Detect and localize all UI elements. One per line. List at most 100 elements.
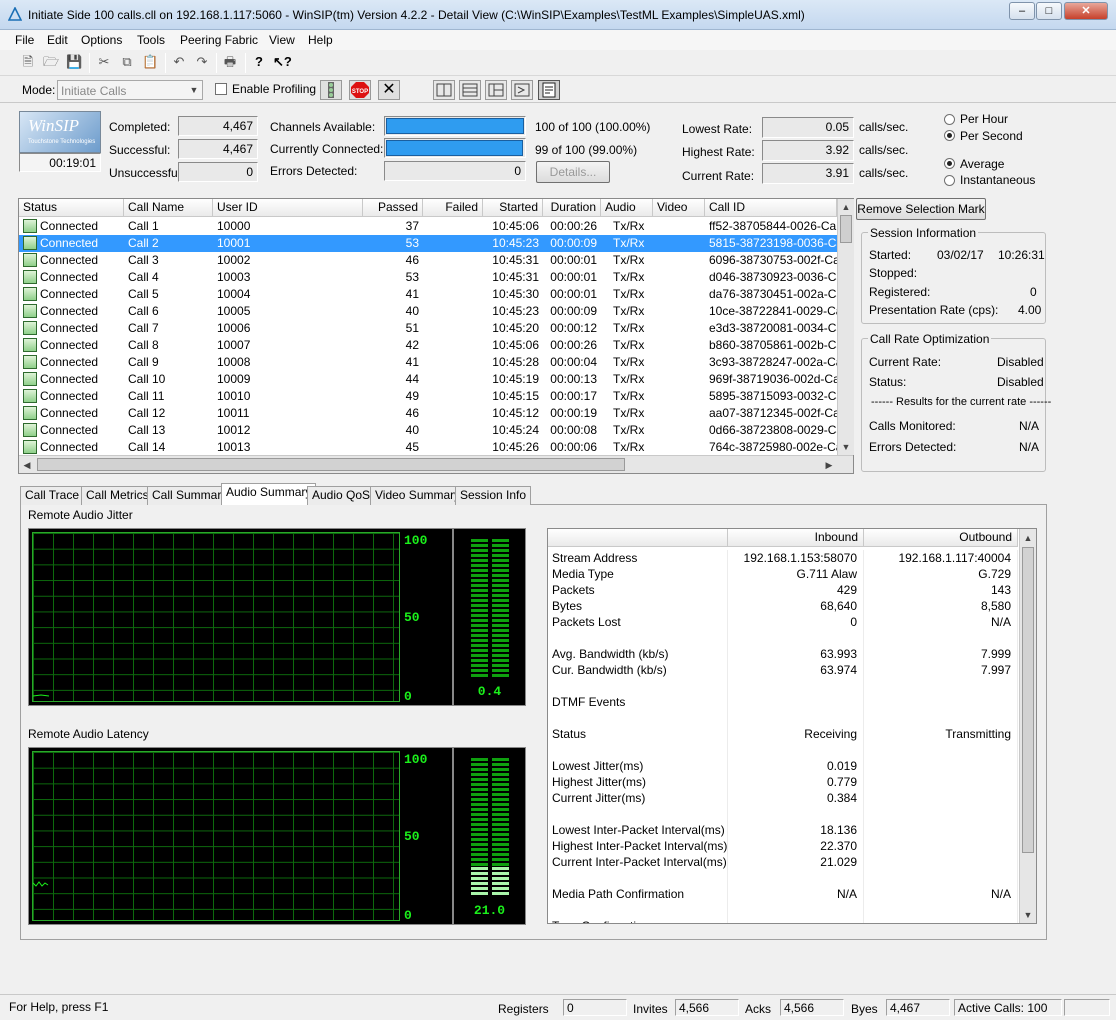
table-row[interactable]: Connected Call 2 10001 53 10:45:23 00:00:09 Tx… xyxy=(19,235,837,252)
table-row[interactable]: Connected Call 14 10013 45 10:45:26 00:00:06 T… xyxy=(19,439,837,456)
detail-view-icon[interactable] xyxy=(485,80,507,100)
cell-started: 10:45:24 xyxy=(492,423,539,437)
tab-video-summary[interactable]: Video Summary xyxy=(370,486,466,505)
audio-scroll-thumb[interactable] xyxy=(1022,547,1034,853)
col-header-user-id[interactable]: User ID xyxy=(213,199,363,217)
new-file-icon[interactable]: 🗎 xyxy=(20,54,36,70)
cell-passed: 42 xyxy=(405,338,419,352)
trace-view-icon[interactable] xyxy=(511,80,533,100)
audio-table-row xyxy=(548,870,1018,886)
started-label: Started: xyxy=(869,248,912,262)
registers-value: 0 xyxy=(563,999,627,1016)
col-header-passed[interactable]: Passed xyxy=(363,199,423,217)
tab-session-info[interactable]: Session Info xyxy=(455,486,532,505)
menu-help[interactable]: Help xyxy=(308,33,333,47)
print-icon[interactable]: 🖶 xyxy=(222,54,238,70)
col-header-call-id[interactable]: Call ID xyxy=(705,199,837,217)
per-second-radio[interactable] xyxy=(944,130,955,141)
save-icon[interactable]: 💾 xyxy=(66,54,82,70)
table-row[interactable]: Connected Call 12 10011 46 10:45:12 00:00:19 T… xyxy=(19,405,837,422)
copy-icon[interactable]: ⧉ xyxy=(119,54,135,70)
tab-call-metrics[interactable]: Call Metrics xyxy=(81,486,154,505)
col-header-started[interactable]: Started xyxy=(483,199,543,217)
report-view-icon[interactable] xyxy=(538,80,560,100)
col-header-video[interactable]: Video xyxy=(653,199,705,217)
col-header-duration[interactable]: Duration xyxy=(543,199,601,217)
call-grid[interactable]: Status Call Name User ID Passed Failed S… xyxy=(18,198,854,474)
split-view-icon[interactable] xyxy=(433,80,455,100)
traffic-light-icon[interactable] xyxy=(320,80,342,100)
scroll-right-icon[interactable]: ▶ xyxy=(823,459,835,471)
tab-audio-summary[interactable]: Audio Summary xyxy=(221,483,317,505)
scroll-up-icon[interactable]: ▲ xyxy=(839,201,853,213)
tab-call-summary[interactable]: Call Summary xyxy=(147,486,233,505)
grid-vertical-scrollbar[interactable]: ▲ ▼ xyxy=(837,199,854,455)
table-row[interactable]: Connected Call 10 10009 44 10:45:19 00:00:13 T… xyxy=(19,371,837,388)
table-row[interactable]: Connected Call 3 10002 46 10:45:31 00:00:01 Tx… xyxy=(19,252,837,269)
cell-callid: 5815-38723198-0036-Call2 xyxy=(709,236,837,250)
grid-horizontal-scrollbar[interactable]: ◀ ▶ xyxy=(19,455,853,473)
table-row[interactable]: Connected Call 13 10012 40 10:45:24 00:00:08 T… xyxy=(19,422,837,439)
menu-file[interactable]: File xyxy=(15,33,34,47)
chevron-down-icon[interactable]: ▼ xyxy=(187,84,201,96)
audio-scroll-down-icon[interactable]: ▼ xyxy=(1021,909,1035,921)
audio-cell-inbound xyxy=(728,694,864,710)
details-button[interactable]: Details... xyxy=(536,161,610,183)
table-row[interactable]: Connected Call 6 10005 40 10:45:23 00:00:09 Tx… xyxy=(19,303,837,320)
average-radio[interactable] xyxy=(944,158,955,169)
minimize-button[interactable]: – xyxy=(1009,2,1035,20)
audio-scroll-up-icon[interactable]: ▲ xyxy=(1021,532,1035,544)
scroll-down-icon[interactable]: ▼ xyxy=(839,441,853,453)
audio-col-header-outbound[interactable]: Outbound xyxy=(864,529,1018,547)
tab-audio-qos[interactable]: Audio QoS xyxy=(307,486,376,505)
undo-icon[interactable]: ↶ xyxy=(171,54,187,70)
per-hour-radio[interactable] xyxy=(944,114,955,125)
grid-view-icon[interactable] xyxy=(459,80,481,100)
call-status-icon xyxy=(23,321,37,335)
table-row[interactable]: Connected Call 7 10006 51 10:45:20 00:00:12 Tx… xyxy=(19,320,837,337)
cancel-icon[interactable]: ✕ xyxy=(378,80,400,100)
menu-peering-fabric[interactable]: Peering Fabric xyxy=(180,33,258,47)
remove-selection-mark-button[interactable]: Remove Selection Mark xyxy=(856,198,986,220)
instantaneous-radio[interactable] xyxy=(944,175,955,186)
scroll-left-icon[interactable]: ◀ xyxy=(21,459,33,471)
col-header-status[interactable]: Status xyxy=(19,199,124,217)
cut-icon[interactable]: ✂ xyxy=(96,54,112,70)
table-row[interactable]: Connected Call 9 10008 41 10:45:28 00:00:04 Tx… xyxy=(19,354,837,371)
col-header-call-name[interactable]: Call Name xyxy=(124,199,213,217)
cell-user: 10010 xyxy=(217,389,251,403)
table-row[interactable]: Connected Call 8 10007 42 10:45:06 00:00:26 Tx… xyxy=(19,337,837,354)
context-help-icon[interactable]: ↖? xyxy=(273,54,292,70)
audio-col-header-inbound[interactable]: Inbound xyxy=(728,529,864,547)
table-row[interactable]: Connected Call 1 10000 37 10:45:06 00:00:26 Tx… xyxy=(19,218,837,235)
close-button[interactable]: ✕ xyxy=(1064,2,1108,20)
paste-icon[interactable]: 📋 xyxy=(142,54,158,70)
scroll-thumb[interactable] xyxy=(840,215,852,243)
open-folder-icon[interactable]: 🗁 xyxy=(43,54,59,70)
tab-call-trace[interactable]: Call Trace xyxy=(20,486,85,505)
menu-view[interactable]: View xyxy=(269,33,295,47)
stop-icon[interactable]: STOP xyxy=(349,80,371,100)
help-icon[interactable]: ? xyxy=(251,54,267,70)
table-row[interactable]: Connected Call 5 10004 41 10:45:30 00:00:01 Tx… xyxy=(19,286,837,303)
maximize-button[interactable]: □ xyxy=(1036,2,1062,20)
call-status-icon xyxy=(23,440,37,454)
hscroll-thumb[interactable] xyxy=(37,458,625,471)
mode-select[interactable]: Initiate Calls ▼ xyxy=(57,80,203,100)
cell-status: Connected xyxy=(40,321,99,335)
col-header-audio[interactable]: Audio xyxy=(601,199,653,217)
audio-vertical-scrollbar[interactable]: ▲ ▼ xyxy=(1019,529,1036,923)
table-row[interactable]: Connected Call 4 10003 53 10:45:31 00:00:01 Tx… xyxy=(19,269,837,286)
col-header-failed[interactable]: Failed xyxy=(423,199,483,217)
currently-connected-text: 99 of 100 (99.00%) xyxy=(535,143,638,157)
redo-icon[interactable]: ↷ xyxy=(194,54,210,70)
highest-rate-value: 3.92 xyxy=(762,140,854,161)
menu-options[interactable]: Options xyxy=(81,33,122,47)
enable-profiling-checkbox[interactable] xyxy=(215,83,227,95)
audio-summary-table[interactable]: Inbound Outbound Stream Address 192.168.1… xyxy=(547,528,1037,924)
audio-col-header-metric[interactable] xyxy=(548,529,728,547)
table-row[interactable]: Connected Call 11 10010 49 10:45:15 00:00:17 T… xyxy=(19,388,837,405)
cell-name: Call 2 xyxy=(128,236,159,250)
menu-tools[interactable]: Tools xyxy=(137,33,165,47)
menu-edit[interactable]: Edit xyxy=(47,33,68,47)
